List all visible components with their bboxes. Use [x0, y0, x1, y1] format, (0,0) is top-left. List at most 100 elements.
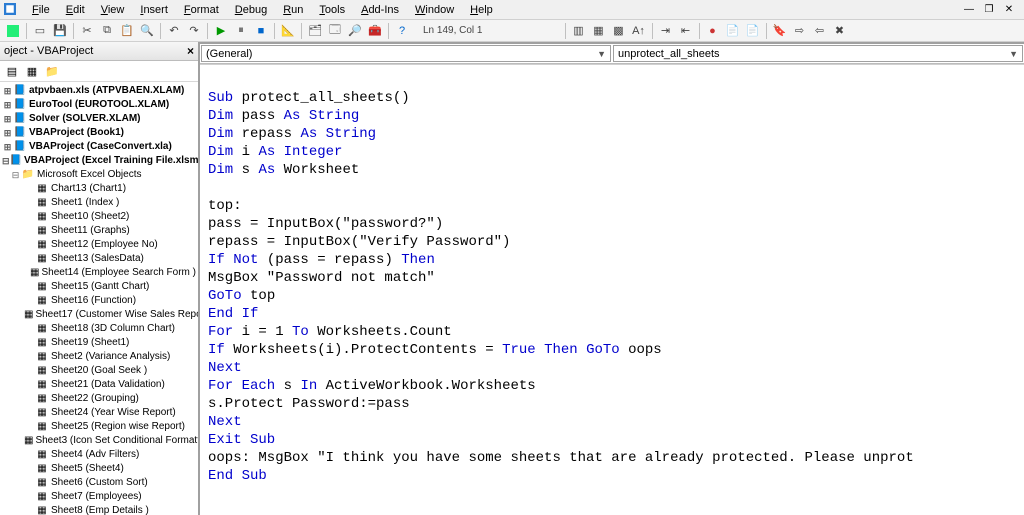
tree-item[interactable]: ▦Sheet16 (Function) — [0, 294, 198, 308]
tree-item[interactable]: ⊞📘Solver (SOLVER.XLAM) — [0, 112, 198, 126]
tree-item[interactable]: ▦Sheet14 (Employee Search Form ) — [0, 266, 198, 280]
tree-item[interactable]: ▦Sheet20 (Goal Seek ) — [0, 364, 198, 378]
tree-item[interactable]: ▦Sheet19 (Sheet1) — [0, 336, 198, 350]
tree-item[interactable]: ▦Sheet8 (Emp Details ) — [0, 504, 198, 515]
tree-expand-icon[interactable]: ⊞ — [2, 112, 13, 126]
comment-icon[interactable]: 📄 — [724, 22, 742, 40]
tree-expand-icon[interactable]: ⊞ — [2, 126, 13, 140]
menu-edit[interactable]: Edit — [58, 2, 93, 18]
sheet-icon: ▦ — [30, 266, 39, 280]
menu-debug[interactable]: Debug — [227, 2, 275, 18]
tree-expand-icon[interactable]: ⊞ — [2, 140, 13, 154]
redo-icon[interactable]: ↷ — [185, 22, 203, 40]
tree-item[interactable]: ⊞📘atpvbaen.xls (ATPVBAEN.XLAM) — [0, 84, 198, 98]
tree-expand-icon[interactable]: ⊟ — [2, 154, 10, 168]
find-icon[interactable]: 🔍 — [138, 22, 156, 40]
tb-icon-2[interactable]: ▦ — [590, 22, 608, 40]
tree-item[interactable]: ▦Sheet25 (Region wise Report) — [0, 420, 198, 434]
tree-item[interactable]: ⊟📁Microsoft Excel Objects — [0, 168, 198, 182]
undo-icon[interactable]: ↶ — [165, 22, 183, 40]
tree-item[interactable]: ▦Sheet17 (Customer Wise Sales Report — [0, 308, 198, 322]
toggle-folders-icon[interactable]: 📁 — [44, 63, 60, 79]
tb-icon-1[interactable]: ▥ — [570, 22, 588, 40]
next-bookmark-icon[interactable]: ⇨ — [791, 22, 809, 40]
cut-icon[interactable]: ✂ — [78, 22, 96, 40]
menu-help[interactable]: Help — [462, 2, 501, 18]
help-icon[interactable]: ? — [393, 22, 411, 40]
menu-run[interactable]: Run — [275, 2, 311, 18]
vba-icon: 📘 — [13, 98, 27, 112]
run-icon[interactable]: ▶ — [212, 22, 230, 40]
menu-insert[interactable]: Insert — [132, 2, 176, 18]
tb-icon-4[interactable]: A↑ — [630, 22, 648, 40]
bookmark-icon[interactable]: 🔖 — [771, 22, 789, 40]
tree-item[interactable]: ▦Sheet15 (Gantt Chart) — [0, 280, 198, 294]
tree-item[interactable]: ⊞📘EuroTool (EUROTOOL.XLAM) — [0, 98, 198, 112]
procedure-combo[interactable]: unprotect_all_sheets ▼ — [613, 45, 1023, 62]
tree-expand-icon[interactable]: ⊞ — [2, 98, 13, 112]
break-icon[interactable]: ⏸ — [232, 22, 250, 40]
tree-label: Sheet16 (Function) — [51, 294, 136, 308]
tree-item[interactable]: ⊞📘VBAProject (CaseConvert.xla) — [0, 140, 198, 154]
project-tree[interactable]: ⊞📘atpvbaen.xls (ATPVBAEN.XLAM)⊞📘EuroTool… — [0, 82, 198, 515]
indent-icon[interactable]: ⇥ — [657, 22, 675, 40]
paste-icon[interactable]: 📋 — [118, 22, 136, 40]
tree-expand-icon[interactable]: ⊟ — [10, 168, 21, 182]
tree-item[interactable]: ▦Sheet3 (Icon Set Conditional Formattin — [0, 434, 198, 448]
menu-tools[interactable]: Tools — [311, 2, 353, 18]
tree-item[interactable]: ▦Sheet2 (Variance Analysis) — [0, 350, 198, 364]
tree-item[interactable]: ▦Sheet11 (Graphs) — [0, 224, 198, 238]
code-line: If Not (pass = repass) Then — [208, 251, 1016, 269]
menu-format[interactable]: Format — [176, 2, 227, 18]
tb-icon-3[interactable]: ▩ — [610, 22, 628, 40]
object-combo[interactable]: (General) ▼ — [201, 45, 611, 62]
tree-item[interactable]: ▦Sheet10 (Sheet2) — [0, 210, 198, 224]
tree-item[interactable]: ▦Sheet4 (Adv Filters) — [0, 448, 198, 462]
view-excel-icon[interactable] — [4, 22, 22, 40]
clear-bookmarks-icon[interactable]: ✖ — [831, 22, 849, 40]
menu-file[interactable]: File — [24, 2, 58, 18]
tree-item[interactable]: ⊞📘VBAProject (Book1) — [0, 126, 198, 140]
code-line: pass = InputBox("password?") — [208, 215, 1016, 233]
copy-icon[interactable]: ⧉ — [98, 22, 116, 40]
close-button[interactable]: ✕ — [1002, 4, 1016, 15]
restore-button[interactable]: ❐ — [982, 4, 996, 15]
tree-item[interactable]: ▦Sheet22 (Grouping) — [0, 392, 198, 406]
code-editor[interactable]: Sub protect_all_sheets()Dim pass As Stri… — [200, 64, 1024, 515]
prev-bookmark-icon[interactable]: ⇦ — [811, 22, 829, 40]
tree-item[interactable]: ▦Sheet21 (Data Validation) — [0, 378, 198, 392]
tree-item[interactable]: ▦Sheet7 (Employees) — [0, 490, 198, 504]
tree-item[interactable]: ▦Sheet5 (Sheet4) — [0, 462, 198, 476]
view-code-icon[interactable]: ▤ — [4, 63, 20, 79]
panel-close-button[interactable]: × — [187, 44, 194, 58]
toolbox-icon[interactable]: 🧰 — [366, 22, 384, 40]
uncomment-icon[interactable]: 📄 — [744, 22, 762, 40]
tree-item[interactable]: ⊟📘VBAProject (Excel Training File.xlsm) — [0, 154, 198, 168]
outdent-icon[interactable]: ⇤ — [677, 22, 695, 40]
object-browser-icon[interactable]: 🔎 — [346, 22, 364, 40]
menu-view[interactable]: View — [93, 2, 133, 18]
tree-item[interactable]: ▦Sheet12 (Employee No) — [0, 238, 198, 252]
tree-expand-icon[interactable]: ⊞ — [2, 84, 13, 98]
save-icon[interactable]: 💾 — [51, 22, 69, 40]
code-line: GoTo top — [208, 287, 1016, 305]
minimize-button[interactable]: — — [962, 4, 976, 15]
tree-label: EuroTool (EUROTOOL.XLAM) — [29, 98, 169, 112]
tree-item[interactable]: ▦Sheet24 (Year Wise Report) — [0, 406, 198, 420]
tree-item[interactable]: ▦Sheet6 (Custom Sort) — [0, 476, 198, 490]
menu-window[interactable]: Window — [407, 2, 462, 18]
project-explorer-icon[interactable]: 🗂 — [306, 22, 324, 40]
menu-add-ins[interactable]: Add-Ins — [353, 2, 407, 18]
tree-item[interactable]: ▦Sheet1 (Index ) — [0, 196, 198, 210]
tree-item[interactable]: ▦Sheet13 (SalesData) — [0, 252, 198, 266]
tree-label: Sheet25 (Region wise Report) — [51, 420, 185, 434]
code-line: top: — [208, 197, 1016, 215]
tree-item[interactable]: ▦Chart13 (Chart1) — [0, 182, 198, 196]
tree-item[interactable]: ▦Sheet18 (3D Column Chart) — [0, 322, 198, 336]
properties-icon[interactable]: 🗔 — [326, 22, 344, 40]
insert-module-icon[interactable]: ▭ — [31, 22, 49, 40]
design-mode-icon[interactable]: 📐 — [279, 22, 297, 40]
reset-icon[interactable]: ■ — [252, 22, 270, 40]
view-object-icon[interactable]: ▦ — [24, 63, 40, 79]
breakpoint-icon[interactable]: ● — [704, 22, 722, 40]
